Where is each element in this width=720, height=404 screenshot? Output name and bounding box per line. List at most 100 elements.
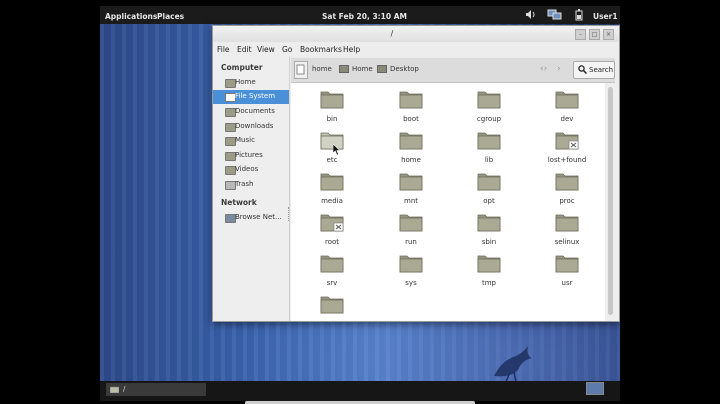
file-manager-window: / – □ × File Edit View Go Bookmarks Help…	[212, 25, 620, 322]
folder-icon	[477, 91, 501, 109]
search-button[interactable]: Search	[573, 61, 615, 79]
file-name: srv	[326, 279, 338, 287]
top-panel: Applications Places Sat Feb 20, 3:10 AM …	[100, 6, 620, 24]
folder-icon	[320, 173, 344, 191]
folder-icon	[399, 91, 423, 109]
file-item[interactable]: selinux	[536, 212, 598, 250]
menu-edit[interactable]: Edit	[237, 45, 252, 54]
workspace-switcher[interactable]	[586, 382, 604, 395]
file-name: lib	[484, 156, 494, 164]
menu-view[interactable]: View	[257, 45, 275, 54]
network-icon[interactable]	[547, 9, 563, 23]
folder-icon	[399, 173, 423, 191]
file-item[interactable]: mnt	[380, 171, 442, 209]
file-name: lost+found	[547, 156, 587, 164]
file-item[interactable]	[301, 294, 363, 332]
menu-file[interactable]: File	[217, 45, 230, 54]
file-grid[interactable]: bin boot cgroup dev etc home lib lost+found medi…	[291, 83, 605, 321]
file-name: tmp	[481, 279, 496, 287]
desktop-folder-icon	[377, 65, 387, 73]
file-item[interactable]: lost+found	[536, 130, 598, 168]
file-item[interactable]: sys	[380, 253, 442, 291]
folder-icon	[477, 173, 501, 191]
menu-help[interactable]: Help	[343, 45, 360, 54]
battery-icon[interactable]	[575, 9, 583, 23]
folder-icon	[555, 173, 579, 191]
taskbar-window-button[interactable]: /	[106, 383, 206, 396]
wallpaper-bird-icon	[494, 346, 532, 381]
sidebar-header-network: Network	[221, 198, 257, 207]
sidebar-item-browse-network[interactable]: Browse Net...	[213, 211, 289, 225]
file-name: selinux	[554, 238, 580, 246]
file-item[interactable]: proc	[536, 171, 598, 209]
places-menu[interactable]: Places	[157, 12, 184, 21]
volume-icon[interactable]	[526, 10, 536, 21]
file-name: bin	[326, 115, 338, 123]
path-toggle-button[interactable]	[294, 61, 308, 79]
file-item[interactable]: opt	[458, 171, 520, 209]
file-item[interactable]: root	[301, 212, 363, 250]
sidebar-item-trash[interactable]: Trash	[213, 178, 289, 192]
file-name: mnt	[404, 197, 418, 205]
file-item[interactable]: bin	[301, 89, 363, 127]
clock[interactable]: Sat Feb 20, 3:10 AM	[322, 12, 407, 21]
sidebar-item-home[interactable]: Home	[213, 76, 289, 90]
file-name: cgroup	[476, 115, 502, 123]
path-desktop-button[interactable]: Desktop	[377, 61, 419, 77]
folder-icon	[555, 214, 579, 232]
file-name: boot	[403, 115, 419, 123]
folder-icon	[320, 255, 344, 273]
user-menu[interactable]: User1	[593, 12, 618, 21]
file-item[interactable]: media	[301, 171, 363, 209]
folder-icon	[320, 91, 344, 109]
file-item[interactable]: dev	[536, 89, 598, 127]
file-name: root	[324, 238, 340, 246]
window-titlebar[interactable]: / – □ ×	[213, 26, 619, 42]
file-item[interactable]: usr	[536, 253, 598, 291]
toolbar: home Home Desktop ‹› › Search	[291, 58, 615, 83]
file-item[interactable]: etc	[301, 130, 363, 168]
file-item[interactable]: run	[380, 212, 442, 250]
file-item[interactable]: tmp	[458, 253, 520, 291]
sidebar-item-music[interactable]: Music	[213, 134, 289, 148]
minimize-icon[interactable]: –	[575, 29, 586, 40]
file-name: usr	[561, 279, 573, 287]
menubar: File Edit View Go Bookmarks Help	[213, 42, 619, 57]
file-item[interactable]: srv	[301, 253, 363, 291]
file-item[interactable]: home	[380, 130, 442, 168]
file-name: opt	[483, 197, 495, 205]
sidebar-item-file-system[interactable]: File System	[213, 90, 289, 104]
sidebar-item-pictures[interactable]: Pictures	[213, 149, 289, 163]
file-item[interactable]: sbin	[458, 212, 520, 250]
sidebar-item-documents[interactable]: Documents	[213, 105, 289, 119]
applications-menu[interactable]: Applications	[105, 12, 157, 21]
file-name: proc	[559, 197, 575, 205]
folder-icon	[555, 132, 579, 150]
vertical-scrollbar[interactable]	[605, 83, 617, 321]
scrollbar-thumb[interactable]	[608, 87, 613, 315]
folder-icon	[320, 296, 344, 314]
file-name: dev	[560, 115, 574, 123]
folder-icon	[399, 255, 423, 273]
menu-bookmarks[interactable]: Bookmarks	[300, 45, 342, 54]
maximize-icon[interactable]: □	[589, 29, 600, 40]
file-item[interactable]: cgroup	[458, 89, 520, 127]
file-item[interactable]: lib	[458, 130, 520, 168]
sidebar-item-videos[interactable]: Videos	[213, 163, 289, 177]
folder-icon	[399, 132, 423, 150]
path-home-button[interactable]: home	[312, 61, 332, 77]
folder-icon	[555, 255, 579, 273]
close-icon[interactable]: ×	[603, 29, 614, 40]
sidebar-item-downloads[interactable]: Downloads	[213, 120, 289, 134]
file-name: home	[401, 156, 421, 164]
sidebar: Computer Home File System Documents Down…	[213, 57, 290, 321]
file-item[interactable]: boot	[380, 89, 442, 127]
home-folder-icon	[339, 65, 349, 73]
folder-icon	[110, 386, 119, 393]
forward-arrow-icon[interactable]: ›	[557, 61, 561, 77]
folder-icon	[477, 214, 501, 232]
path-home-folder-button[interactable]: Home	[339, 61, 373, 77]
file-name: sys	[405, 279, 417, 287]
back-arrow-icon[interactable]: ‹›	[540, 61, 547, 77]
menu-go[interactable]: Go	[282, 45, 292, 54]
